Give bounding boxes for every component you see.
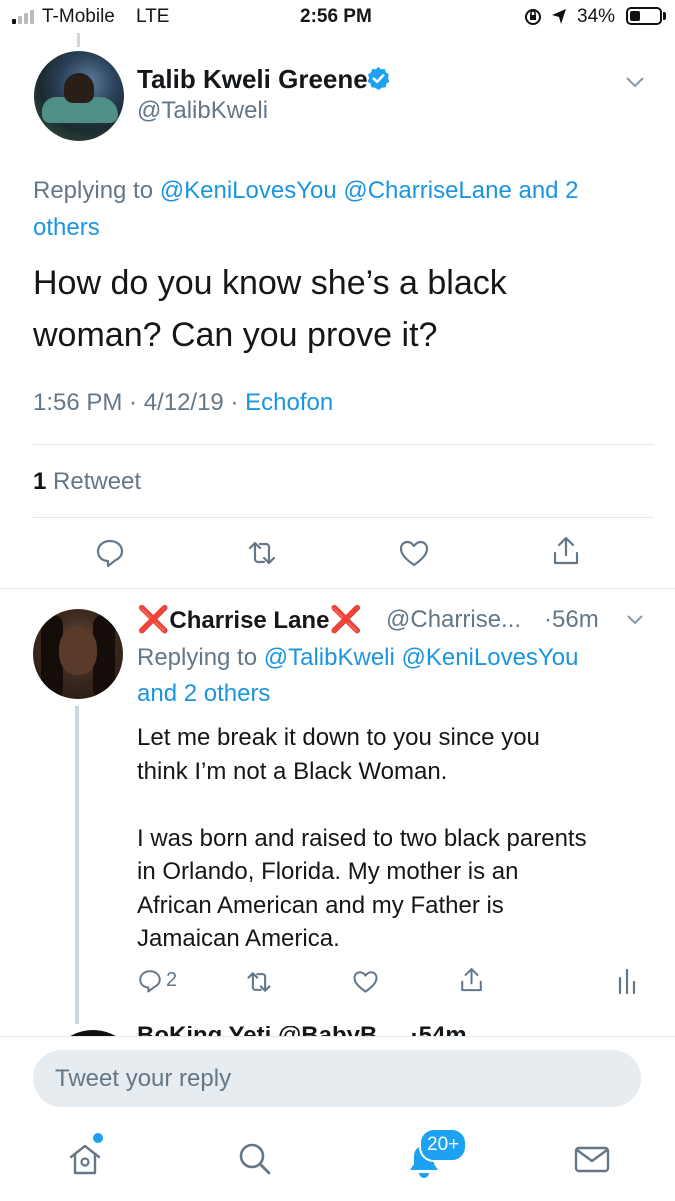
battery-percent: 34%	[577, 6, 616, 27]
tweet-text-line: Let me break it down to you since you	[137, 724, 540, 751]
replying-to-others-link[interactable]: and 2 others	[137, 680, 270, 707]
tweet-meta: 1:56 PM · 4/12/19 · Echofon	[33, 389, 333, 417]
battery-tip	[663, 12, 666, 20]
search-icon[interactable]	[236, 1140, 274, 1178]
replying-to-others-link[interactable]: others	[33, 214, 100, 241]
reply-icon[interactable]	[137, 968, 163, 994]
chevron-down-icon[interactable]	[626, 614, 644, 626]
tweet-source-link[interactable]: Echofon	[245, 389, 333, 416]
replying-to-label: Replying to	[137, 644, 264, 671]
tweet-text-line: I was born and raised to two black paren…	[137, 824, 587, 852]
retweet-icon[interactable]	[245, 968, 273, 996]
avatar-charrise-lane[interactable]	[33, 609, 123, 699]
author-handle[interactable]: @TalibKweli	[137, 97, 268, 125]
divider	[0, 588, 675, 589]
author-name[interactable]: Talib Kweli Greene	[137, 64, 368, 95]
tweet-text: How do you know she’s a black woman? Can…	[33, 257, 653, 361]
reply-count: 2	[166, 969, 178, 991]
like-icon[interactable]	[352, 968, 379, 995]
replying-to-label: Replying to	[33, 177, 160, 204]
tweet-text-line: How do you know she’s a black	[33, 264, 507, 302]
battery-level	[630, 11, 640, 21]
messages-icon[interactable]	[573, 1140, 611, 1178]
verified-badge-icon	[367, 67, 390, 90]
reply-author-name[interactable]: ❌Charrise Lane❌	[137, 604, 362, 635]
replying-to: Replying to @KeniLovesYou @CharriseLane …	[33, 172, 643, 246]
replying-to-users-link[interactable]: @TalibKweli @KeniLovesYou	[264, 644, 579, 671]
tweet-timestamp: 1:56 PM · 4/12/19 ·	[33, 389, 246, 416]
reply-tweet-text: Let me break it down to you since you th…	[137, 721, 657, 956]
tweet-text-line: woman? Can you prove it?	[33, 316, 438, 354]
tweet-text-line: Jamaican America.	[137, 925, 340, 952]
share-icon[interactable]	[458, 966, 485, 994]
reply-icon[interactable]	[94, 537, 126, 569]
analytics-icon[interactable]	[617, 968, 637, 994]
notifications-badge: 20+	[419, 1128, 468, 1162]
location-icon	[552, 9, 566, 24]
divider	[33, 444, 654, 445]
tweet-text-line: in Orlando, Florida. My mother is an	[137, 858, 519, 885]
like-icon[interactable]	[398, 537, 430, 569]
x-emoji: ❌	[137, 604, 170, 634]
network-label: LTE	[136, 6, 170, 27]
retweet-count: 1	[33, 468, 47, 495]
signal-icon	[12, 8, 42, 24]
reply-author-name-text: Charrise Lane	[169, 607, 330, 634]
carrier-label: T-Mobile	[42, 6, 115, 27]
reply-author-handle[interactable]: @Charrise...	[386, 606, 521, 634]
home-new-dot	[93, 1133, 103, 1143]
retweet-label: Retweet	[46, 468, 142, 495]
status-bar: T-Mobile LTE 2:56 PM 34%	[0, 0, 675, 34]
retweet-icon[interactable]	[246, 537, 278, 569]
tweet-text-line: think I’m not a Black Woman.	[137, 757, 448, 785]
thread-connector-top	[77, 33, 80, 47]
avatar-talib-kweli[interactable]	[34, 51, 124, 141]
battery-icon	[626, 7, 662, 25]
x-emoji: ❌	[329, 604, 362, 634]
reply-time: ·56m	[544, 606, 599, 633]
retweet-stats[interactable]: 1 Retweet	[33, 468, 141, 496]
tweet-text-line: African American and my Father is	[137, 891, 504, 919]
divider	[33, 517, 654, 518]
clock: 2:56 PM	[300, 6, 372, 27]
share-icon[interactable]	[550, 535, 582, 567]
chevron-down-icon[interactable]	[625, 75, 645, 89]
replying-to-users-link[interactable]: @KeniLovesYou @CharriseLane and 2	[160, 177, 579, 204]
tweet-reply-input[interactable]	[33, 1050, 641, 1107]
home-icon[interactable]	[66, 1140, 104, 1178]
orientation-lock-icon	[525, 9, 541, 25]
replying-to: Replying to @TalibKweli @KeniLovesYou an…	[137, 640, 637, 712]
thread-line	[75, 706, 79, 1024]
